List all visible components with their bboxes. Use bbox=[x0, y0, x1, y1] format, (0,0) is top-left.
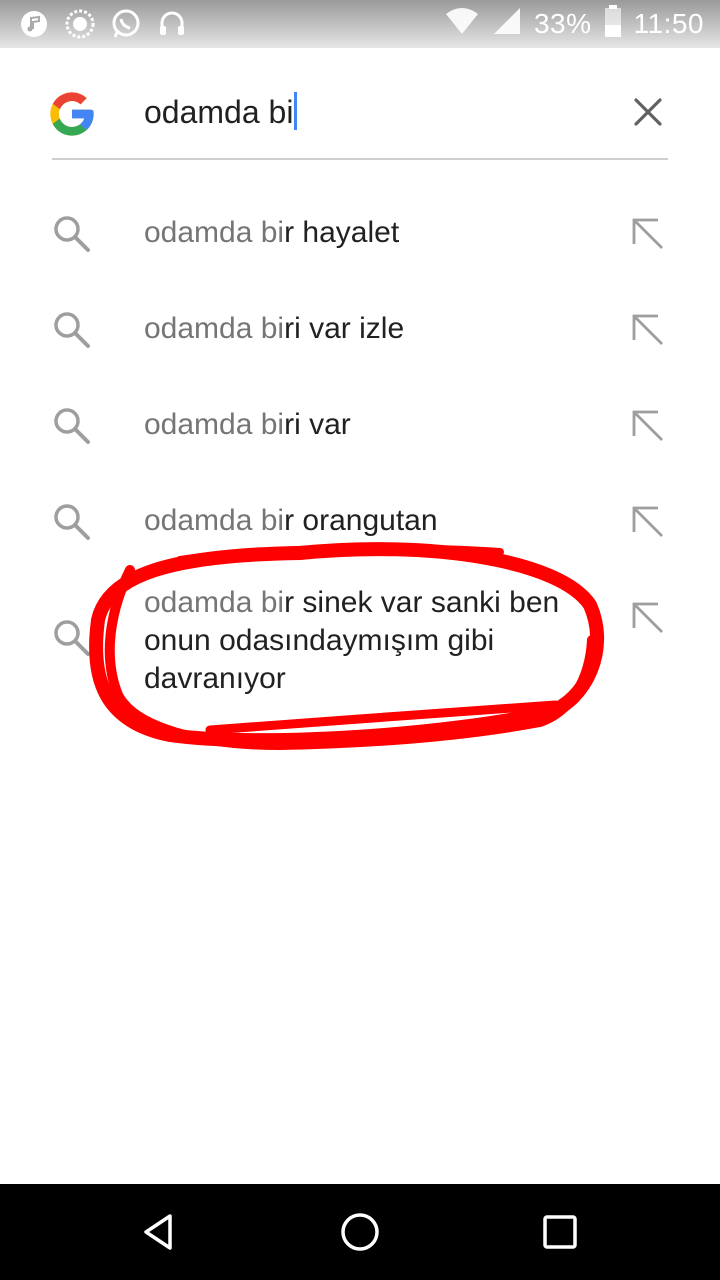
fill-query-arrow-icon[interactable] bbox=[626, 500, 670, 544]
suggestion-label: odamda biri var izle bbox=[144, 312, 405, 345]
status-bar: 33% 11:50 bbox=[0, 0, 720, 48]
search-query-text: odamda bi bbox=[144, 94, 294, 130]
suggestion-item[interactable]: odamda bir hayalet bbox=[0, 186, 720, 282]
search-icon bbox=[54, 504, 90, 540]
search-icon bbox=[54, 408, 90, 444]
back-button[interactable] bbox=[134, 1206, 186, 1258]
search-input[interactable]: odamda bi bbox=[144, 92, 298, 132]
fill-query-arrow-icon[interactable] bbox=[626, 308, 670, 352]
system-indicators: 33% 11:50 bbox=[444, 4, 704, 44]
fill-query-arrow-icon[interactable] bbox=[626, 212, 670, 256]
text-cursor bbox=[294, 92, 298, 130]
suggestion-item[interactable]: odamda bir orangutan bbox=[0, 474, 720, 570]
search-icon bbox=[54, 216, 90, 252]
wifi-icon bbox=[444, 6, 480, 43]
navigation-bar bbox=[0, 1184, 720, 1280]
search-divider bbox=[52, 158, 668, 160]
suggestion-label: odamda bir sinek var sanki ben onun odas… bbox=[144, 586, 560, 695]
battery-percent: 33% bbox=[533, 8, 592, 39]
suggestion-item[interactable]: odamda biri var izle bbox=[0, 282, 720, 378]
suggestion-item[interactable]: odamda biri var bbox=[0, 378, 720, 474]
home-button[interactable] bbox=[334, 1206, 386, 1258]
fill-query-arrow-icon[interactable] bbox=[626, 404, 670, 448]
suggestion-label: odamda bir orangutan bbox=[144, 504, 438, 537]
suggestion-label: odamda biri var bbox=[144, 408, 351, 441]
back-icon bbox=[144, 1214, 172, 1250]
music-icon bbox=[18, 8, 50, 40]
home-icon bbox=[341, 1213, 379, 1251]
fill-query-arrow-icon[interactable] bbox=[626, 596, 670, 640]
suggestion-label: odamda bir hayalet bbox=[144, 216, 400, 249]
clock: 11:50 bbox=[633, 8, 704, 39]
recents-button[interactable] bbox=[534, 1206, 586, 1258]
search-icon bbox=[54, 312, 90, 348]
battery-icon bbox=[604, 4, 622, 44]
suggestion-item[interactable]: odamda bir sinek var sanki ben onun odas… bbox=[0, 570, 720, 710]
sync-icon bbox=[64, 8, 96, 40]
headset-icon bbox=[156, 8, 188, 40]
notification-icons bbox=[18, 8, 188, 40]
close-icon bbox=[634, 98, 662, 126]
signal-icon bbox=[492, 6, 522, 43]
recents-icon bbox=[543, 1215, 577, 1249]
google-logo bbox=[46, 88, 98, 140]
clear-button[interactable] bbox=[624, 88, 672, 136]
whatsapp-icon bbox=[110, 8, 142, 40]
search-icon bbox=[54, 620, 90, 656]
